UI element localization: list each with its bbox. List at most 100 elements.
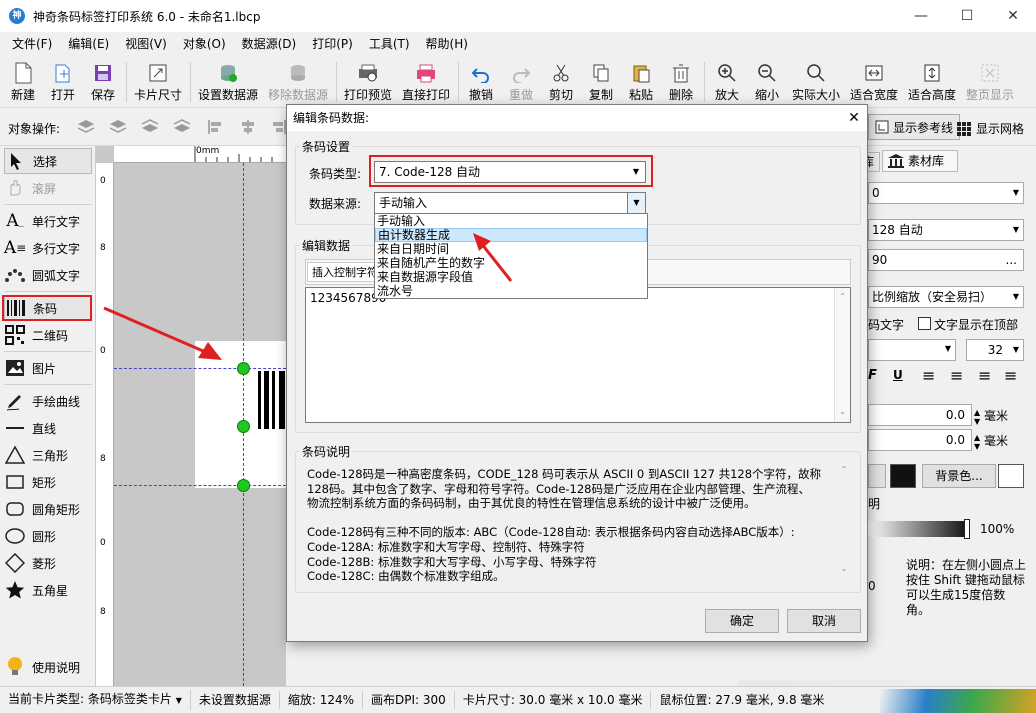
zoom-in-button[interactable]: 放大 [710, 58, 744, 106]
tool-star[interactable]: 五角星 [4, 577, 92, 603]
spin-arrows-icon[interactable]: ▲ ▼ [974, 408, 980, 426]
full-page-button[interactable]: 整页显示 [964, 58, 1016, 106]
tool-triangle[interactable]: 三角形 [4, 442, 92, 468]
dialog-close-button[interactable]: ✕ [843, 107, 865, 129]
layer-bottom-icon[interactable] [172, 118, 192, 136]
underline-icon[interactable]: U [893, 368, 903, 382]
line-icon [4, 417, 26, 439]
text-top-checkbox[interactable] [918, 317, 931, 330]
menu-object[interactable]: 对象(O) [175, 32, 234, 56]
fit-width-button[interactable]: 适合宽度 [848, 58, 900, 106]
copy-button[interactable]: 复制 [584, 58, 618, 106]
foreground-color-button[interactable] [868, 464, 886, 488]
spin-arrows-icon-2[interactable]: ▲ ▼ [974, 433, 980, 451]
save-button[interactable]: 保存 [86, 58, 120, 106]
layer-down-icon[interactable] [140, 118, 160, 136]
align-right-text-icon[interactable]: ≡ [978, 366, 991, 385]
edit-data-label: 编辑数据 [300, 237, 353, 254]
menu-datasource[interactable]: 数据源(D) [234, 32, 305, 56]
card-size-button[interactable]: 卡片尺寸 [132, 58, 184, 106]
tool-qrcode[interactable]: 二维码 [4, 322, 92, 348]
direct-print-button[interactable]: 直接打印 [400, 58, 452, 106]
barcode-type-select[interactable]: 128 自动 ▼ [868, 219, 1024, 241]
scale-mode-select[interactable]: 比例缩放（安全易扫） ▼ [868, 286, 1024, 308]
menu-file[interactable]: 文件(F) [4, 32, 60, 56]
delete-button[interactable]: 删除 [664, 58, 698, 106]
justify-text-icon[interactable]: ≡ [1004, 366, 1017, 385]
undo-button[interactable]: 撤销 [464, 58, 498, 106]
align-right-icon[interactable] [268, 118, 288, 136]
tool-line[interactable]: 直线 [4, 415, 92, 441]
resize-handle-bottom[interactable] [237, 479, 250, 492]
align-center-text-icon[interactable]: ≡ [950, 366, 963, 385]
italic-icon[interactable]: F [868, 368, 877, 383]
minimize-button[interactable]: — [898, 0, 944, 32]
tool-scroll[interactable]: 滚屏 [4, 175, 92, 201]
spacing-input-1[interactable]: 0.0 [868, 404, 972, 426]
tool-circle[interactable]: 圆形 [4, 523, 92, 549]
description-scrollbar[interactable]: ⌃ ⌄ [837, 465, 851, 585]
paste-button[interactable]: 粘贴 [624, 58, 658, 106]
print-preview-button[interactable]: 打印预览 [342, 58, 394, 106]
open-button[interactable]: 打开 [46, 58, 80, 106]
tool-multi-text[interactable]: A ≡ 多行文字 [4, 235, 92, 261]
align-left-text-icon[interactable]: ≡ [922, 366, 935, 385]
tab-material-library[interactable]: 素材库 [882, 150, 958, 172]
resize-handle-middle[interactable] [237, 420, 250, 433]
menu-print[interactable]: 打印(P) [304, 32, 361, 56]
redo-button[interactable]: 重做 [504, 58, 538, 106]
triangle-icon [4, 444, 26, 466]
zoom-out-button[interactable]: 缩小 [750, 58, 784, 106]
resize-handle-top[interactable] [237, 362, 250, 375]
background-color-swatch[interactable] [998, 464, 1024, 488]
tool-round-rect[interactable]: 圆角矩形 [4, 496, 92, 522]
layer-up-icon[interactable] [76, 118, 96, 136]
tool-help[interactable]: 使用说明 [4, 654, 92, 680]
font-name-select[interactable]: ▼ [868, 339, 956, 361]
barcode-data-textarea[interactable]: 1234567890 ⌃ ⌄ [305, 287, 851, 423]
align-center-icon[interactable] [238, 118, 258, 136]
card-type-status[interactable]: 当前卡片类型: 条码标签类卡片 ▼ [0, 690, 191, 710]
barcode-object[interactable] [244, 369, 286, 485]
remove-datasource-button[interactable]: 移除数据源 [266, 58, 330, 106]
tool-select[interactable]: 选择 [4, 148, 92, 174]
transparency-slider-track[interactable] [868, 521, 968, 537]
object-ops-label: 对象操作: [8, 122, 61, 136]
data-source-select[interactable]: 手动输入 ▼ [374, 192, 646, 214]
menu-tools[interactable]: 工具(T) [361, 32, 418, 56]
set-datasource-button[interactable]: 设置数据源 [196, 58, 260, 106]
background-color-button[interactable]: 背景色... [922, 464, 996, 488]
fit-height-button[interactable]: 适合高度 [906, 58, 958, 106]
tool-arc-text[interactable]: 圆弧文字 [4, 262, 92, 288]
decorative-banner [880, 689, 1036, 713]
barcode-data-field[interactable]: 90... [868, 249, 1024, 271]
insert-control-char-button[interactable]: 插入控制字符 [307, 262, 383, 282]
tool-diamond[interactable]: 菱形 [4, 550, 92, 576]
spacing-input-2[interactable]: 0.0 [868, 429, 972, 451]
tool-rect[interactable]: 矩形 [4, 469, 92, 495]
tool-freehand[interactable]: 手绘曲线 [4, 388, 92, 414]
textarea-scrollbar[interactable]: ⌃ ⌄ [834, 288, 850, 422]
layer-top-icon[interactable] [108, 118, 128, 136]
menu-edit[interactable]: 编辑(E) [60, 32, 117, 56]
foreground-color-swatch[interactable] [890, 464, 916, 488]
tool-single-text[interactable]: A _ 单行文字 [4, 208, 92, 234]
option-serial[interactable]: 流水号 [375, 284, 647, 298]
cancel-button[interactable]: 取消 [787, 609, 861, 633]
close-button[interactable]: ✕ [990, 0, 1036, 32]
show-grid-toggle[interactable]: 显示网格 [956, 120, 1024, 137]
maximize-button[interactable]: ☐ [944, 0, 990, 32]
show-guides-toggle[interactable]: 显示参考线 [868, 114, 961, 140]
align-left-icon[interactable] [206, 118, 226, 136]
transparency-slider-thumb[interactable] [964, 519, 970, 539]
tool-image[interactable]: 图片 [4, 355, 92, 381]
new-button[interactable]: 新建 [6, 58, 40, 106]
barcode-group-select[interactable]: 0 ▼ [868, 182, 1024, 204]
font-size-select[interactable]: 32 ▼ [966, 339, 1024, 361]
menu-view[interactable]: 视图(V) [117, 32, 175, 56]
actual-size-button[interactable]: 实际大小 [790, 58, 842, 106]
menu-help[interactable]: 帮助(H) [418, 32, 476, 56]
ok-button[interactable]: 确定 [705, 609, 779, 633]
cut-button[interactable]: 剪切 [544, 58, 578, 106]
barcode-settings-label: 条码设置 [300, 138, 353, 155]
